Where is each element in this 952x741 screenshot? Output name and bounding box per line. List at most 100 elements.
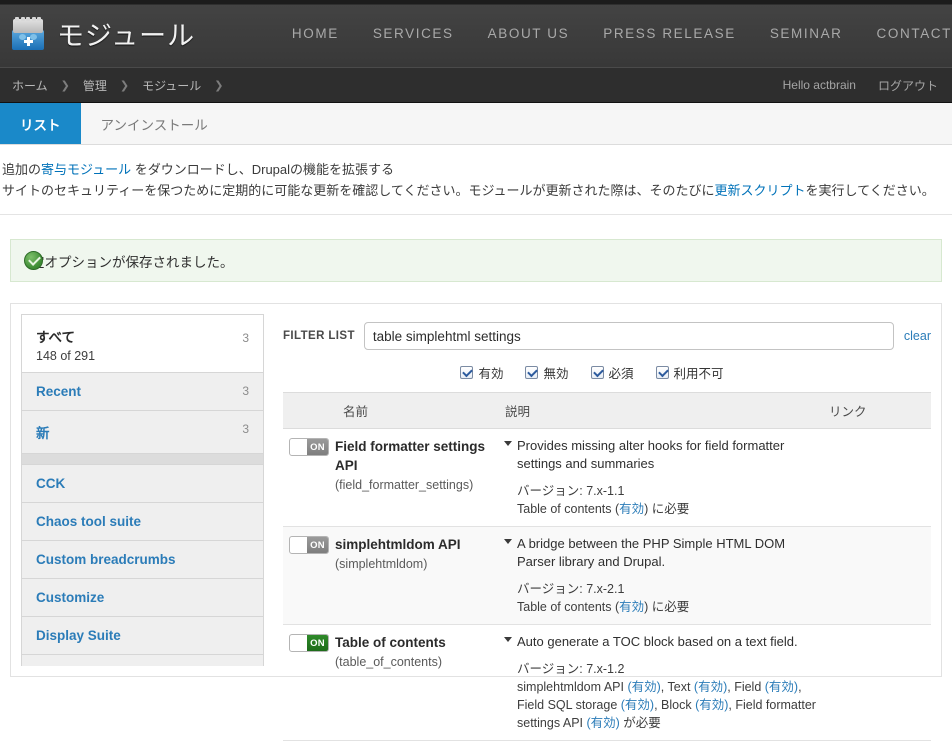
checkbox-required[interactable]: 必須: [591, 363, 634, 382]
module-meta: バージョン: 7.x-2.1 Table of contents (有効) に必…: [517, 580, 817, 616]
filter-row: FILTER LIST clear: [283, 314, 931, 350]
user-area: Hello actbrain ログアウト: [783, 77, 938, 94]
modules-panel: すべて 3 148 of 291 Recent 3 新 3 CCK Chaos …: [10, 303, 942, 677]
main-navigation: HOME SERVICES ABOUT US PRESS RELEASE SEM…: [292, 26, 952, 41]
sidebar-item-example-modules[interactable]: Example modules: [22, 655, 263, 666]
sidebar-item-cck-label: CCK: [36, 476, 65, 491]
sidebar-item-recent[interactable]: Recent 3: [22, 373, 263, 411]
checkbox-required-box[interactable]: [591, 366, 604, 379]
module-version: バージョン: 7.x-1.2: [517, 660, 817, 678]
nav-item-press-release[interactable]: PRESS RELEASE: [603, 26, 736, 41]
checkbox-disabled[interactable]: 無効: [525, 363, 568, 382]
nav-item-home[interactable]: HOME: [292, 26, 339, 41]
cell-description: Provides missing alter hooks for field f…: [499, 429, 823, 527]
sidebar-item-custom-breadcrumbs[interactable]: Custom breadcrumbs: [22, 541, 263, 579]
sidebar-item-display-suite-label: Display Suite: [36, 628, 121, 643]
module-description: Auto generate a TOC block based on a tex…: [517, 634, 798, 649]
nav-item-contact[interactable]: CONTACT: [877, 26, 952, 41]
module-required-state: 有効: [619, 502, 644, 516]
logout-link[interactable]: ログアウト: [878, 77, 938, 94]
module-description: Provides missing alter hooks for field f…: [517, 438, 784, 471]
module-name-text: Table of contents: [335, 635, 446, 650]
checkbox-enabled-label: 有効: [478, 363, 503, 382]
module-meta: バージョン: 7.x-1.2 simplehtmldom API (有効), T…: [517, 660, 817, 732]
module-name: simplehtmldom API (simplehtmldom): [335, 535, 461, 574]
cell-name: ON simplehtmldom API (simplehtmldom): [283, 527, 499, 625]
status-checkbox-row: 有効 無効 必須 利用不可: [283, 350, 901, 392]
update-script-link[interactable]: 更新スクリプト: [715, 183, 806, 198]
cell-description: Auto generate a TOC block based on a tex…: [499, 625, 823, 741]
sidebar-item-new[interactable]: 新 3: [22, 411, 263, 454]
breadcrumb-separator-icon: ❯: [61, 79, 70, 92]
column-header-description: 説明: [499, 393, 823, 429]
clear-filter-link[interactable]: clear: [904, 329, 931, 343]
module-version: バージョン: 7.x-1.1: [517, 482, 817, 500]
nav-item-seminar[interactable]: SEMINAR: [770, 26, 843, 41]
checkbox-disabled-label: 無効: [543, 363, 568, 382]
sidebar-item-new-label: 新: [36, 422, 50, 442]
sidebar-item-recent-label: Recent: [36, 384, 81, 399]
column-header-link: リンク: [823, 393, 931, 429]
checkbox-disabled-box[interactable]: [525, 366, 538, 379]
sidebar-item-chaos-tool-suite[interactable]: Chaos tool suite: [22, 503, 263, 541]
module-enable-toggle[interactable]: ON: [289, 634, 329, 652]
sidebar-item-customize-label: Customize: [36, 590, 104, 605]
sidebar-item-new-count: 3: [242, 422, 249, 436]
module-required-state: 有効: [619, 600, 644, 614]
sidebar-item-cck[interactable]: CCK: [22, 465, 263, 503]
status-wrapper: 定オプションが保存されました。: [10, 215, 942, 282]
nav-item-services[interactable]: SERVICES: [373, 26, 454, 41]
cell-link: [823, 625, 931, 741]
module-enable-toggle-label: ON: [307, 537, 328, 553]
module-name-text: Field formatter settings API: [335, 439, 485, 473]
intro-line-2: サイトのセキュリティーを保つために定期的に可能な更新を確認してください。モジュー…: [2, 180, 950, 201]
user-greeting: Hello actbrain: [783, 78, 856, 92]
table-row: ON Field formatter settings API (field_f…: [283, 429, 931, 527]
module-description: A bridge between the PHP Simple HTML DOM…: [517, 536, 785, 569]
breadcrumb-item-admin[interactable]: 管理: [83, 77, 107, 94]
filter-list-label: FILTER LIST: [283, 330, 355, 342]
expand-triangle-icon[interactable]: [504, 539, 512, 544]
module-enable-toggle[interactable]: ON: [289, 438, 329, 456]
intro-line1-pre: 追加の: [2, 162, 41, 177]
page-title: モジュール: [57, 14, 195, 53]
expand-triangle-icon[interactable]: [504, 441, 512, 446]
intro-line-1: 追加の寄与モジュール をダウンロードし、Drupalの機能を拡張する: [2, 159, 950, 180]
sidebar-item-all-label: すべて: [36, 326, 75, 346]
module-machine-name: (simplehtmldom): [335, 555, 461, 574]
breadcrumb-item-modules[interactable]: モジュール: [142, 77, 201, 94]
intro-text: 追加の寄与モジュール をダウンロードし、Drupalの機能を拡張する サイトのセ…: [0, 145, 952, 215]
sidebar-item-all[interactable]: すべて 3 148 of 291: [22, 315, 263, 373]
table-row: ON simplehtmldom API (simplehtmldom) A b…: [283, 527, 931, 625]
success-check-icon: [24, 251, 43, 270]
main-content: 定オプションが保存されました。 すべて 3 148 of 291 Recent …: [0, 215, 952, 677]
tab-uninstall[interactable]: アンインストール: [81, 103, 228, 144]
module-name: Field formatter settings API (field_form…: [335, 437, 493, 495]
sidebar-item-all-sub: 148 of 291: [36, 349, 95, 363]
checkbox-unavailable[interactable]: 利用不可: [656, 363, 724, 382]
module-filter-list: すべて 3 148 of 291 Recent 3 新 3 CCK Chaos …: [21, 314, 264, 666]
checkbox-enabled[interactable]: 有効: [460, 363, 503, 382]
sidebar-item-display-suite[interactable]: Display Suite: [22, 617, 263, 655]
expand-triangle-icon[interactable]: [504, 637, 512, 642]
module-machine-name: (table_of_contents): [335, 653, 446, 672]
nav-item-about-us[interactable]: ABOUT US: [488, 26, 570, 41]
module-required-by: Table of contents (有効) に必要: [517, 500, 817, 518]
cell-link: [823, 527, 931, 625]
sidebar-item-recent-count: 3: [242, 384, 249, 398]
breadcrumb-separator-icon: ❯: [214, 79, 223, 92]
module-version: バージョン: 7.x-2.1: [517, 580, 817, 598]
checkbox-unavailable-box[interactable]: [656, 366, 669, 379]
sidebar-item-customize[interactable]: Customize: [22, 579, 263, 617]
module-enable-toggle[interactable]: ON: [289, 536, 329, 554]
intro-line2-post: を実行してください。: [806, 183, 935, 198]
status-message-text: 定オプションが保存されました。: [31, 251, 234, 271]
search-input[interactable]: [364, 322, 894, 350]
contrib-modules-link[interactable]: 寄与モジュール: [41, 162, 131, 177]
breadcrumb-item-home[interactable]: ホーム: [12, 77, 48, 94]
intro-line1-post: をダウンロードし、Drupalの機能を拡張する: [131, 162, 394, 177]
status-message: 定オプションが保存されました。: [10, 239, 942, 282]
tab-list[interactable]: リスト: [0, 103, 81, 144]
module-machine-name: (field_formatter_settings): [335, 476, 493, 495]
checkbox-enabled-box[interactable]: [460, 366, 473, 379]
